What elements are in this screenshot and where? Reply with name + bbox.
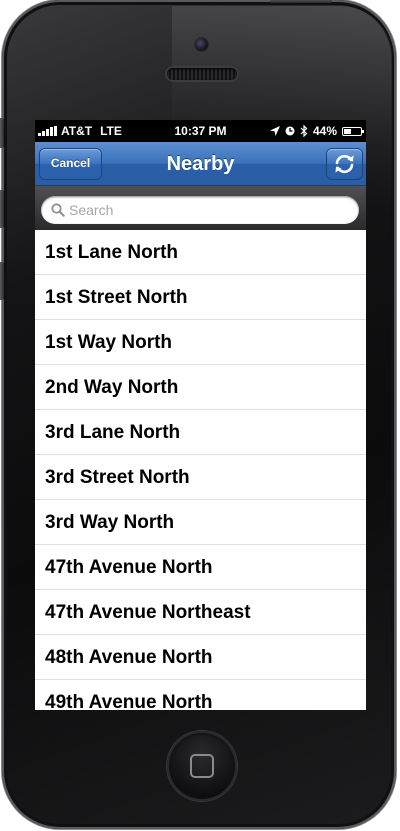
mute-switch[interactable]	[0, 118, 4, 148]
refresh-icon	[335, 154, 354, 174]
list-item[interactable]: 2nd Way North	[35, 365, 366, 410]
home-button[interactable]	[167, 731, 237, 801]
sleep-wake-button[interactable]	[270, 0, 332, 3]
list-item[interactable]: 48th Avenue North	[35, 635, 366, 680]
status-bar: AT&T LTE 10:37 PM 44%	[35, 120, 366, 142]
list-item[interactable]: 47th Avenue Northeast	[35, 590, 366, 635]
list-item[interactable]: 1st Way North	[35, 320, 366, 365]
list-item[interactable]: 49th Avenue North	[35, 680, 366, 710]
volume-up-button[interactable]	[0, 190, 4, 228]
street-list: 1st Lane North 1st Street North 1st Way No…	[35, 230, 366, 710]
page-title: Nearby	[166, 153, 235, 175]
front-camera	[195, 38, 208, 51]
location-arrow-icon	[269, 126, 280, 136]
search-bar	[35, 186, 366, 230]
list-item[interactable]: 3rd Street North	[35, 455, 366, 500]
list-item[interactable]: 47th Avenue North	[35, 545, 366, 590]
battery-fill	[344, 128, 351, 134]
alarm-icon	[285, 126, 295, 136]
battery-percent: 44%	[312, 124, 337, 138]
status-right: 44%	[269, 124, 364, 138]
search-input[interactable]	[69, 200, 349, 220]
list-item[interactable]: 3rd Lane North	[35, 410, 366, 455]
search-field[interactable]	[41, 196, 359, 224]
list-item[interactable]: 3rd Way North	[35, 500, 366, 545]
screen: AT&T LTE 10:37 PM 44% Cancel Nearby Sear…	[35, 120, 366, 710]
search-icon	[51, 203, 65, 217]
list-item[interactable]: 1st Street North	[35, 275, 366, 320]
refresh-button[interactable]	[327, 149, 362, 179]
battery-icon	[342, 126, 364, 136]
home-square-icon	[190, 754, 214, 778]
list-item[interactable]: 1st Lane North	[35, 230, 366, 275]
navigation-bar: Cancel Nearby	[35, 142, 366, 186]
volume-down-button[interactable]	[0, 262, 4, 300]
earpiece-speaker	[167, 68, 237, 80]
bluetooth-icon	[300, 125, 308, 137]
